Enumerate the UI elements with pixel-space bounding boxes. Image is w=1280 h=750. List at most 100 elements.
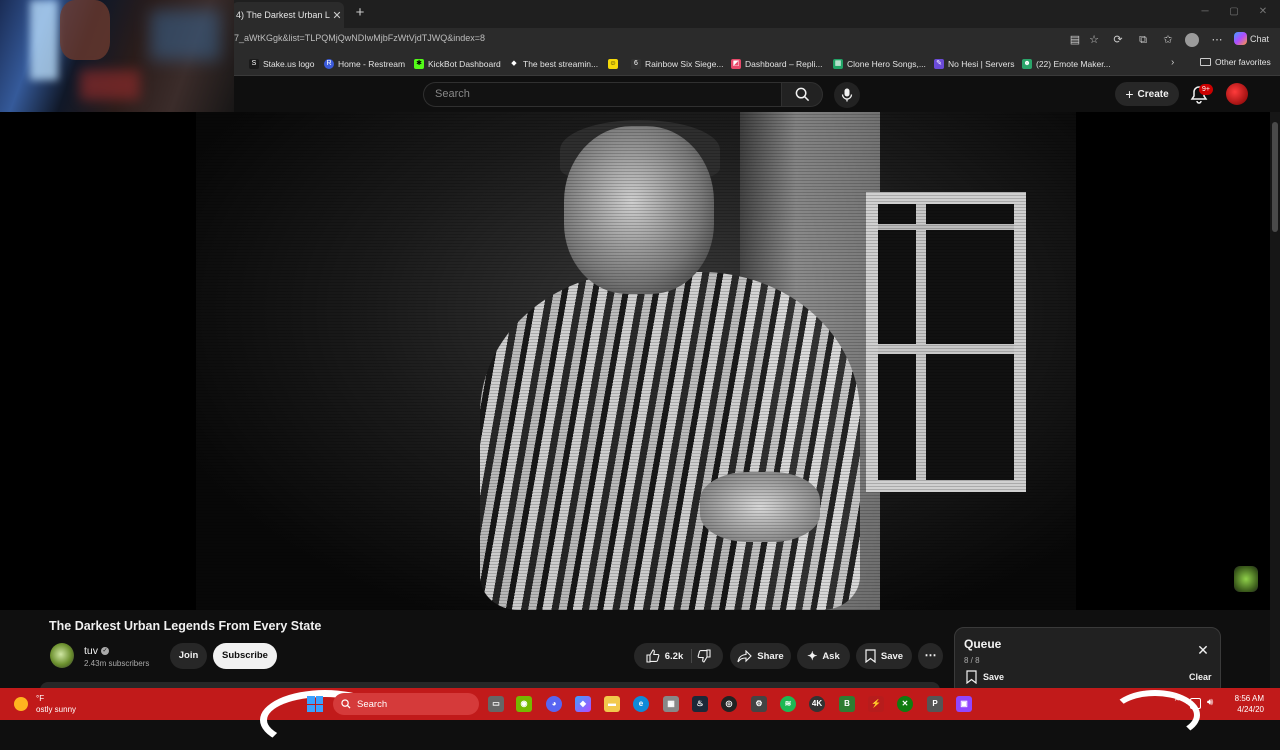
discord-icon[interactable]: ◕ <box>546 696 562 712</box>
share-button[interactable]: Share <box>730 643 791 669</box>
tab-active[interactable]: 4) The Darkest Urban Lege ✕ <box>232 2 344 28</box>
bookmark-label: Clone Hero Songs,... <box>847 59 926 69</box>
ask-button[interactable]: ✦ Ask <box>797 643 850 669</box>
page-scrollbar[interactable] <box>1270 112 1280 692</box>
channel-avatar[interactable] <box>50 643 74 668</box>
bookmark-label: Stake.us logo <box>263 59 315 69</box>
network-icon[interactable] <box>1190 698 1201 709</box>
bookmark-item[interactable]: ☻ (22) Emote Maker... <box>1022 57 1111 71</box>
bookmark-item[interactable]: R Home - Restream <box>324 57 405 71</box>
bookmark-item[interactable]: ☺ <box>608 57 618 71</box>
extensions-icon[interactable]: ⟳ <box>1111 33 1125 47</box>
notification-badge: 9+ <box>1199 84 1213 95</box>
favorites-icon[interactable]: ✩ <box>1161 33 1175 47</box>
verified-icon: ✓ <box>101 647 110 655</box>
clock-time[interactable]: 8:56 AM <box>1224 694 1264 703</box>
close-window-icon[interactable]: ✕ <box>1254 6 1272 17</box>
bookmark-label: The best streamin... <box>523 59 599 69</box>
bookmark-item[interactable]: ▦ Clone Hero Songs,... <box>833 57 926 71</box>
voice-search-button[interactable] <box>834 82 860 108</box>
p-app-icon[interactable]: P <box>927 696 943 712</box>
file-explorer-icon[interactable]: ▬ <box>604 696 620 712</box>
bookmark-icon <box>865 649 876 663</box>
r6-icon: 6 <box>631 59 641 69</box>
spotify-icon[interactable]: ≋ <box>780 696 796 712</box>
queue-save-button[interactable]: Save <box>966 670 1004 684</box>
create-button[interactable]: + Create <box>1115 82 1179 106</box>
scrollbar-thumb[interactable] <box>1272 122 1278 232</box>
taskbar-search[interactable]: Search <box>333 693 479 715</box>
save-button[interactable]: Save <box>856 643 912 669</box>
new-tab-icon[interactable]: + <box>352 4 368 22</box>
4k-icon[interactable]: 4K <box>809 696 825 712</box>
weather-condition[interactable]: ostly sunny <box>36 705 76 714</box>
chevron-right-icon[interactable]: › <box>1171 57 1174 68</box>
tray-overflow-icon[interactable]: ⌃ <box>1173 697 1181 708</box>
copilot-icon[interactable]: ◆ <box>575 696 591 712</box>
task-view-icon[interactable]: ▭ <box>488 696 504 712</box>
bookmark-item[interactable]: ◆ The best streamin... <box>509 57 598 71</box>
bookmark-label: Rainbow Six Siege... <box>645 59 724 69</box>
other-favorites[interactable]: Other favorites <box>1200 57 1271 67</box>
join-button[interactable]: Join <box>170 643 207 669</box>
bookmark-item[interactable]: ✎ No Hesi | Servers <box>934 57 1014 71</box>
split-screen-icon[interactable]: ⧉ <box>1136 33 1150 47</box>
search-button[interactable] <box>781 82 823 107</box>
video-player[interactable] <box>0 112 1270 610</box>
volume-icon[interactable]: 🔊︎ <box>1207 697 1213 708</box>
stake-icon: S <box>249 59 259 69</box>
nohesi-icon: ✎ <box>934 59 944 69</box>
settings-icon[interactable]: ⚙ <box>751 696 767 712</box>
chat-label: Chat <box>1250 33 1270 44</box>
windows-start-icon[interactable] <box>307 696 323 712</box>
thumbs-down-icon[interactable] <box>697 649 711 663</box>
nvidia-icon[interactable]: ◉ <box>516 696 532 712</box>
emote-maker-icon: ☻ <box>1022 59 1032 69</box>
minimize-icon[interactable]: ─ <box>1196 6 1214 17</box>
reader-view-icon[interactable]: ▤ <box>1068 33 1082 47</box>
account-avatar[interactable] <box>1226 83 1248 105</box>
address-bar[interactable]: 7_aWtKGgk&list=TLPQMjQwNDIwMjbFzWtVjdTJW… <box>234 33 485 43</box>
profile-avatar[interactable] <box>1185 33 1199 47</box>
sparkle-icon: ✦ <box>807 649 818 663</box>
favorite-star-icon[interactable]: ☆ <box>1087 33 1101 47</box>
b-app-icon[interactable]: B <box>839 696 855 712</box>
channel-name[interactable]: tuv ✓ <box>84 645 110 657</box>
search-input[interactable]: Search <box>423 82 781 107</box>
channel-watermark[interactable] <box>1234 566 1258 592</box>
wallpaper-swoosh <box>1110 690 1200 740</box>
bookmark-item[interactable]: 6 Rainbow Six Siege... <box>631 57 723 71</box>
clock-date[interactable]: 4/24/20 <box>1224 705 1264 714</box>
msi-icon[interactable]: ⚡ <box>868 696 884 712</box>
close-icon[interactable]: ✕ <box>1196 643 1210 657</box>
tab-close-icon[interactable]: ✕ <box>330 9 344 22</box>
bookmark-item[interactable]: ◩ Dashboard – Repli... <box>731 57 823 71</box>
steam-icon[interactable]: ♨ <box>692 696 708 712</box>
queue-clear-button[interactable]: Clear <box>1189 672 1212 682</box>
weather-temp[interactable]: °F <box>36 694 44 703</box>
edge-icon[interactable]: e <box>633 696 649 712</box>
replit-icon: ◩ <box>731 59 741 69</box>
bookmark-item[interactable]: S Stake.us logo <box>249 57 315 71</box>
xbox-icon[interactable]: ✕ <box>897 696 913 712</box>
bookmark-item[interactable]: ✱ KickBot Dashboard <box>414 57 501 71</box>
bookmark-label: KickBot Dashboard <box>428 59 501 69</box>
obs-icon[interactable]: ◎ <box>721 696 737 712</box>
bookmark-label: (22) Emote Maker... <box>1036 59 1111 69</box>
subscribe-button[interactable]: Subscribe <box>213 643 277 669</box>
maximize-icon[interactable]: ▢ <box>1225 6 1243 17</box>
like-button[interactable]: 6.2k <box>646 649 693 663</box>
more-actions-icon[interactable]: ⋯ <box>918 643 943 669</box>
weather-icon[interactable] <box>14 697 28 711</box>
copilot-chat-button[interactable]: Chat <box>1234 32 1269 45</box>
video-scanlines <box>196 112 1076 610</box>
sheets-icon: ▦ <box>833 59 843 69</box>
create-label: Create <box>1137 88 1169 100</box>
snapchat-icon: ☺ <box>608 59 618 69</box>
more-menu-icon[interactable]: ⋯ <box>1210 33 1224 47</box>
store-icon[interactable]: ▦ <box>663 696 679 712</box>
twitch-icon[interactable]: ▣ <box>956 696 972 712</box>
bookmark-label: Dashboard – Repli... <box>745 59 823 69</box>
webcam-light <box>80 70 140 100</box>
like-dislike-group: 6.2k <box>634 643 723 669</box>
